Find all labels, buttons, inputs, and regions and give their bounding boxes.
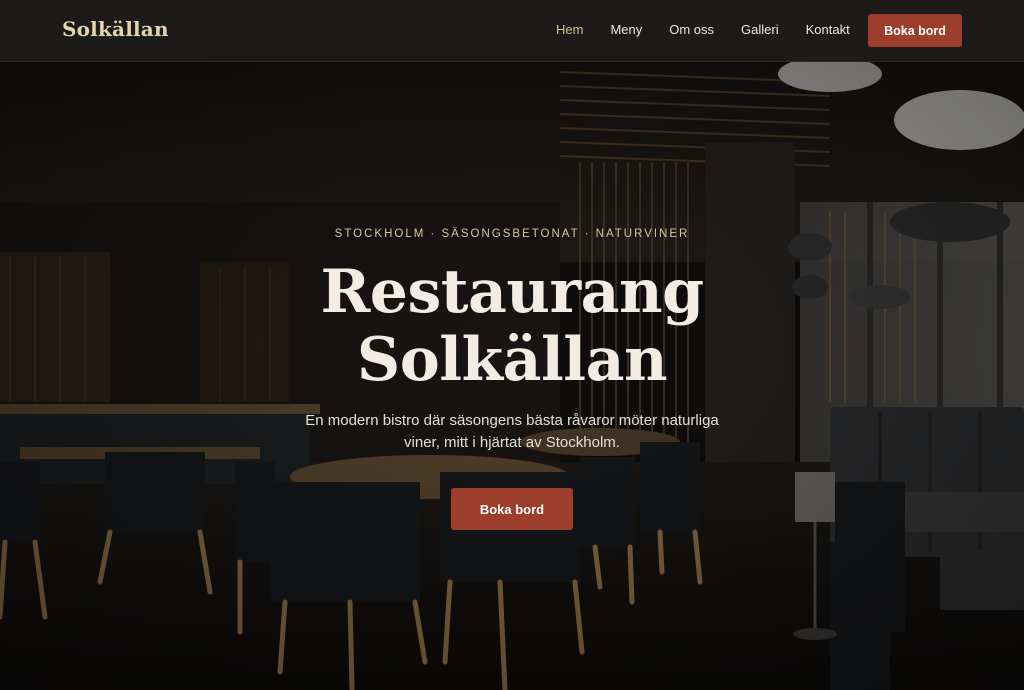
nav-link-hem[interactable]: Hem	[556, 22, 583, 37]
nav-link-meny[interactable]: Meny	[610, 22, 642, 37]
main-nav: Hem Meny Om oss Galleri Kontakt	[556, 22, 877, 37]
hero-title-line-2: Solkällan	[356, 325, 668, 395]
nav-link-galleri[interactable]: Galleri	[741, 22, 779, 37]
hero-subtitle: En modern bistro där säsongens bästa råv…	[305, 412, 719, 451]
nav-link-kontakt[interactable]: Kontakt	[806, 22, 850, 37]
hero-section: STOCKHOLM · SÄSONGSBETONAT · NATURVINER …	[0, 62, 1024, 690]
nav-link-om-oss[interactable]: Om oss	[669, 22, 714, 37]
hero-title: Restaurang Solkällan	[0, 258, 1024, 394]
hero-eyebrow: STOCKHOLM · SÄSONGSBETONAT · NATURVINER	[334, 228, 690, 240]
hero-book-table-button[interactable]: Boka bord	[451, 488, 573, 530]
hero-title-line-1: Restaurang	[320, 257, 704, 327]
site-header: Solkällan Hem Meny Om oss Galleri Kontak…	[0, 0, 1024, 62]
brand-logo[interactable]: Solkällan	[62, 17, 169, 41]
hero-content: STOCKHOLM · SÄSONGSBETONAT · NATURVINER …	[0, 62, 1024, 690]
nav-book-table-button[interactable]: Boka bord	[868, 14, 962, 47]
